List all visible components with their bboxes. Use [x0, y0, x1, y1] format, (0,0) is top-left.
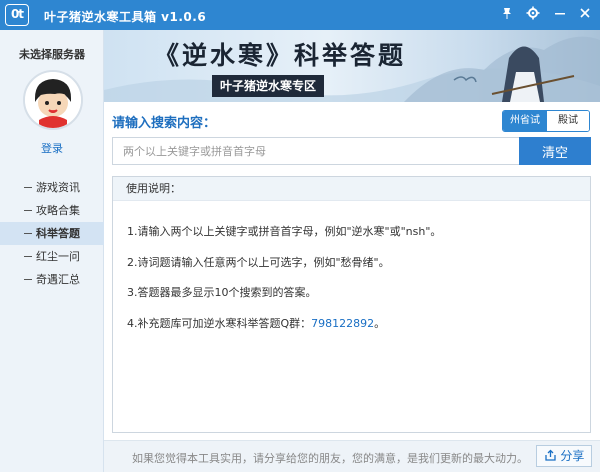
footer-message: 如果您觉得本工具实用，请分享给您的朋友，您的满意，是我们更新的最大动力。 — [132, 452, 528, 465]
mode-palace-exam-button[interactable]: 殿试 — [547, 111, 589, 131]
usage-line: 3.答题器最多显示10个搜索到的答案。 — [127, 286, 317, 299]
banner: 《逆水寒》科举答题 叶子猪逆水寒专区 — [104, 30, 600, 102]
qq-prefix: 4.补充题库可加逆水寒科举答题Q群： — [127, 317, 312, 330]
dash-icon — [24, 256, 32, 257]
dash-icon — [24, 233, 32, 234]
sidebar-item-label: 科举答题 — [36, 227, 80, 240]
sidebar-item-adventures[interactable]: 奇遇汇总 — [0, 268, 104, 291]
banner-title: 《逆水寒》科举答题 — [154, 41, 407, 70]
banner-subtitle: 叶子猪逆水寒专区 — [212, 75, 325, 97]
usage-line-qq: 4.补充题库可加逆水寒科举答题Q群：798122892。 — [127, 315, 385, 331]
avatar[interactable] — [23, 70, 83, 130]
close-icon[interactable] — [576, 6, 594, 24]
dash-icon — [24, 187, 32, 188]
usage-header: 使用说明： — [113, 177, 590, 201]
sidebar-item-exam-quiz[interactable]: 科举答题 — [0, 222, 104, 245]
footer: 如果您觉得本工具实用，请分享给您的朋友，您的满意，是我们更新的最大动力。 分享 — [104, 440, 600, 472]
sidebar-item-red-dust[interactable]: 红尘一问 — [0, 245, 104, 268]
sidebar-item-label: 红尘一问 — [36, 250, 80, 263]
window-title: 叶子猪逆水寒工具箱 v1.0.6 — [44, 10, 207, 24]
clear-button[interactable]: 清空 — [519, 137, 591, 165]
server-label[interactable]: 未选择服务器 — [0, 46, 104, 62]
qq-suffix: 。 — [374, 317, 386, 330]
share-button[interactable]: 分享 — [536, 445, 592, 467]
sidebar-item-label: 攻略合集 — [36, 204, 80, 217]
exam-mode-toggle: 州省试 殿试 — [502, 110, 590, 132]
share-label: 分享 — [560, 449, 585, 463]
mode-provincial-exam-button[interactable]: 州省试 — [503, 111, 547, 131]
minimize-icon[interactable] — [551, 6, 569, 24]
usage-panel: 使用说明： 1.请输入两个以上关键字或拼音首字母，例如"逆水寒"或"nsh"。 … — [112, 176, 591, 433]
sidebar-item-label: 奇遇汇总 — [36, 273, 80, 286]
sidebar-item-label: 游戏资讯 — [36, 181, 80, 194]
search-input[interactable] — [112, 137, 520, 165]
search-label: 请输入搜索内容： — [112, 116, 217, 131]
dash-icon — [24, 210, 32, 211]
qq-group-number[interactable]: 798122892 — [311, 317, 374, 330]
sidebar: 未选择服务器 登录 游戏资讯 攻略合集 科举答题 红尘一问 奇遇汇总 — [0, 30, 104, 472]
title-bar: 0t 叶子猪逆水寒工具箱 v1.0.6 — [0, 0, 600, 30]
sidebar-item-game-news[interactable]: 游戏资讯 — [0, 176, 104, 199]
usage-line: 1.请输入两个以上关键字或拼音首字母，例如"逆水寒"或"nsh"。 — [127, 225, 442, 238]
sidebar-item-guides[interactable]: 攻略合集 — [0, 199, 104, 222]
sidebar-nav: 游戏资讯 攻略合集 科举答题 红尘一问 奇遇汇总 — [0, 176, 104, 291]
login-link[interactable]: 登录 — [0, 140, 104, 156]
gear-icon[interactable] — [524, 6, 542, 24]
app-logo: 0t — [5, 4, 29, 26]
pin-icon[interactable] — [498, 6, 516, 24]
share-icon — [544, 449, 556, 461]
dash-icon — [24, 279, 32, 280]
usage-line: 2.诗词题请输入任意两个以上可选字，例如"愁骨绪"。 — [127, 256, 390, 269]
